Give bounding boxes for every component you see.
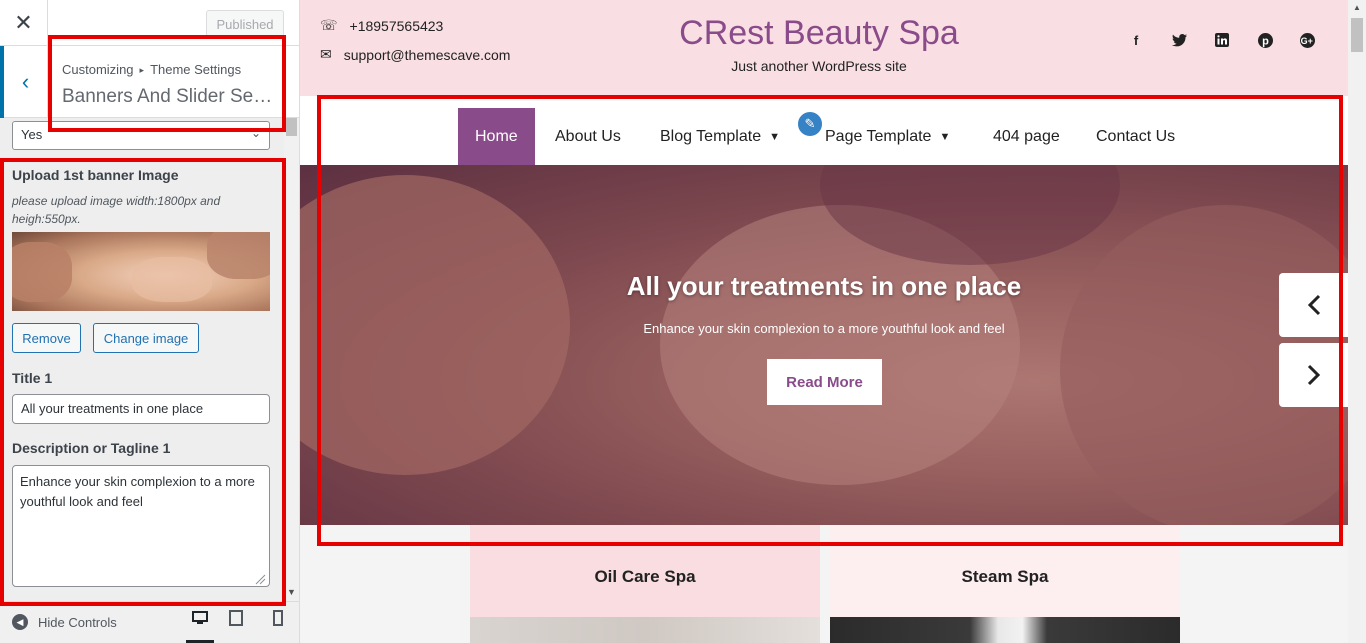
facebook-icon[interactable]: f [1128,32,1144,48]
hero-slider: All your treatments in one place Enhance… [300,165,1348,525]
main-navigation: Home About Us Blog Template ▼ Page Templ… [300,96,1348,165]
customizer-footer: ◀ Hide Controls [0,601,299,643]
card-image [470,617,820,643]
mobile-preview-button[interactable] [264,610,292,643]
mobile-icon [273,610,283,626]
pinterest-icon[interactable]: p [1257,32,1273,48]
close-icon: ✕ [14,10,33,35]
read-more-button[interactable]: Read More [767,359,882,405]
chevron-right-icon [1307,364,1320,386]
linkedin-icon[interactable] [1214,32,1230,48]
desktop-preview-button[interactable] [186,610,214,643]
hero-description: Enhance your skin complexion to a more y… [643,321,1005,336]
site-tagline: Just another WordPress site [731,58,907,74]
published-button[interactable]: Published [206,10,284,38]
close-customizer-button[interactable]: ✕ [0,0,48,46]
scroll-down-icon[interactable]: ▼ [287,587,296,597]
service-card-oil-care[interactable]: Oil Care Spa [470,525,820,643]
banner-image-label: Upload 1st banner Image [12,167,179,183]
preview-scrollbar-thumb[interactable] [1351,18,1363,52]
section-title: Banners And Slider Sett... [62,86,277,107]
nav-404[interactable]: 404 page [993,108,1060,165]
banner-image-thumbnail[interactable] [12,232,270,311]
site-preview: ☏ +18957565423 ✉ support@themescave.com … [300,0,1348,643]
scrollbar-thumb[interactable] [286,118,297,136]
site-header: ☏ +18957565423 ✉ support@themescave.com … [300,0,1348,96]
card-title: Steam Spa [961,567,1049,586]
title-input[interactable]: All your treatments in one place [12,394,270,424]
chevron-left-icon: ‹ [21,69,30,94]
enable-slider-select[interactable]: Yes ⌄ [12,121,270,150]
card-image [830,617,1180,643]
back-button[interactable]: ‹ [0,46,48,118]
remove-image-button[interactable]: Remove [12,323,81,353]
chevron-left-icon [1307,294,1320,316]
section-header: ‹ Customizing ▸ Theme Settings Banners And… [0,46,299,118]
breadcrumb: Customizing ▸ Theme Settings [62,62,241,77]
description-textarea[interactable]: Enhance your skin complexion to a more y… [12,465,270,587]
nav-page-label: Page Template [825,127,932,145]
hero-title: All your treatments in one place [626,271,1022,301]
title-field-label: Title 1 [12,370,53,386]
nav-blog-label: Blog Template [660,127,762,145]
resize-grip-icon[interactable] [254,573,266,585]
edit-shortcut-pencil-icon[interactable]: ✎ [796,110,824,138]
customizer-sidebar: ✕ Published ‹ Customizing ▸ Theme Settings… [0,0,300,643]
nav-home[interactable]: Home [458,108,535,165]
triangle-right-icon: ▸ [139,65,145,75]
scroll-up-icon[interactable]: ▲ [1353,3,1361,12]
hide-controls-button[interactable]: ◀ Hide Controls [12,614,117,630]
service-card-steam[interactable]: Steam Spa [830,525,1180,643]
controls-scroll-area[interactable]: Yes ⌄ Upload 1st banner Image please upl… [0,118,299,601]
tablet-preview-button[interactable] [222,610,250,643]
description-field-label: Description or Tagline 1 [12,440,171,456]
chevron-down-icon: ▼ [769,130,780,143]
card-title: Oil Care Spa [594,567,696,586]
hero-overlay [300,165,1348,525]
chevron-down-icon: ⌄ [250,126,261,140]
select-value: Yes [21,127,43,142]
slider-next-button[interactable] [1279,343,1348,407]
breadcrumb-current: Theme Settings [150,62,242,77]
nav-about[interactable]: About Us [555,108,621,165]
sidebar-scrollbar[interactable]: ▼ [284,118,299,601]
chevron-down-icon: ▼ [939,130,951,143]
collapse-arrow-icon: ◀ [12,614,28,630]
slider-prev-button[interactable] [1279,273,1348,337]
hide-controls-label: Hide Controls [38,614,117,630]
preview-scrollbar[interactable]: ▲ [1348,0,1366,643]
change-image-button[interactable]: Change image [93,323,199,353]
banner-image-note: please upload image width:1800px and hei… [12,194,221,226]
svg-text:p: p [1262,35,1269,47]
nav-blog-template[interactable]: Blog Template ▼ [660,108,780,165]
breadcrumb-root: Customizing [62,62,134,77]
svg-text:G+: G+ [1300,36,1312,46]
google-plus-icon[interactable]: G+ [1299,32,1315,48]
nav-contact[interactable]: Contact Us [1096,108,1175,165]
customizer-header: ✕ Published [0,0,299,46]
desktop-icon [192,611,208,624]
tablet-icon [229,610,243,626]
twitter-icon[interactable] [1171,32,1187,48]
nav-page-template[interactable]: Page Template ▼ [825,108,950,165]
